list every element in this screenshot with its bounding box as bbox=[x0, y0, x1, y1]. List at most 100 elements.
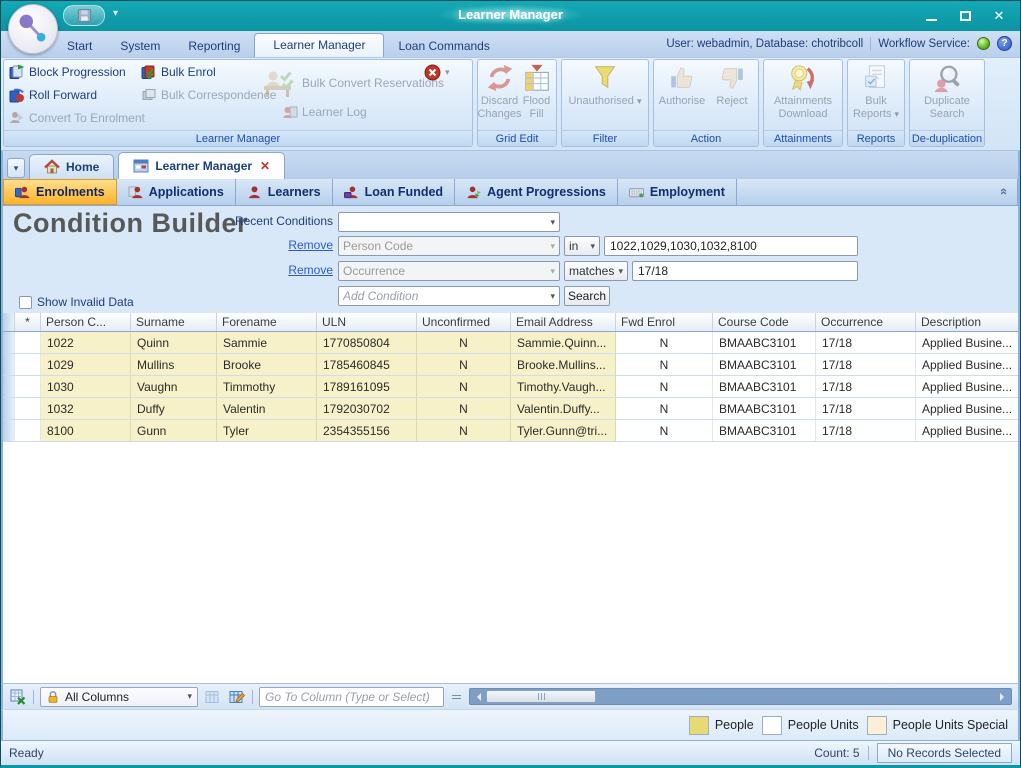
cell-fwd-enrol[interactable]: N bbox=[616, 354, 713, 375]
go-to-column-combo[interactable] bbox=[259, 687, 444, 707]
cell-person-code[interactable]: 8100 bbox=[41, 420, 131, 441]
row-indicator[interactable] bbox=[3, 332, 15, 353]
cell-unconfirmed[interactable]: N bbox=[417, 354, 511, 375]
cell-occurrence[interactable]: 17/18 bbox=[816, 398, 916, 419]
cell-description[interactable]: Applied Busine... bbox=[916, 420, 1020, 441]
subtab-applications[interactable]: Applications bbox=[117, 179, 236, 205]
search-button[interactable]: Search bbox=[564, 286, 610, 306]
cell-surname[interactable]: Vaughn bbox=[131, 376, 217, 397]
remove-condition-link[interactable]: Remove bbox=[283, 238, 333, 252]
pane-splitter-handle[interactable] bbox=[450, 695, 463, 699]
cell-surname[interactable]: Quinn bbox=[131, 332, 217, 353]
column-layout-button[interactable] bbox=[204, 689, 222, 705]
cell-fwd-enrol[interactable]: N bbox=[616, 376, 713, 397]
minimize-button[interactable] bbox=[916, 5, 946, 27]
cell-star[interactable] bbox=[15, 332, 41, 353]
cell-uln[interactable]: 1770850804 bbox=[317, 332, 417, 353]
subtab-learners[interactable]: Learners bbox=[236, 179, 333, 205]
cell-surname[interactable]: Duffy bbox=[131, 398, 217, 419]
cell-person-code[interactable]: 1029 bbox=[41, 354, 131, 375]
cell-occurrence[interactable]: 17/18 bbox=[816, 420, 916, 441]
tab-list-dropdown-button[interactable]: ▾ bbox=[7, 158, 25, 178]
cell-unconfirmed[interactable]: N bbox=[417, 398, 511, 419]
row-indicator[interactable] bbox=[3, 376, 15, 397]
condition-value-input[interactable] bbox=[604, 236, 858, 256]
roll-forward-button[interactable]: Roll Forward bbox=[9, 87, 97, 103]
condition-operator-combo[interactable]: matches▾ bbox=[564, 261, 628, 281]
learner-log-button[interactable]: Learner Log bbox=[282, 104, 367, 120]
column-header-email-address[interactable]: Email Address bbox=[511, 313, 616, 331]
convert-to-enrolment-button[interactable]: Convert To Enrolment bbox=[9, 110, 145, 126]
bulk-enrol-button[interactable]: Bulk Enrol bbox=[141, 64, 216, 80]
cell-course-code[interactable]: BMAABC3101 bbox=[713, 420, 816, 441]
cell-uln[interactable]: 1789161095 bbox=[317, 376, 417, 397]
maximize-button[interactable] bbox=[950, 5, 980, 27]
cell-fwd-enrol[interactable]: N bbox=[616, 332, 713, 353]
subtab-loan-funded[interactable]: Loan Funded bbox=[333, 179, 455, 205]
block-progression-button[interactable]: Block Progression bbox=[9, 64, 126, 80]
bulk-convert-reservations-button[interactable]: Bulk Convert Reservations bbox=[262, 68, 444, 98]
ribbon-tab-start[interactable]: Start bbox=[53, 35, 106, 57]
row-indicator[interactable] bbox=[3, 398, 15, 419]
condition-field-combo[interactable]: Occurrence▾ bbox=[338, 261, 560, 281]
column-header-person-code[interactable]: Person C... bbox=[41, 313, 131, 331]
cell-unconfirmed[interactable]: N bbox=[417, 420, 511, 441]
scroll-left-button[interactable] bbox=[470, 689, 484, 704]
table-row[interactable]: 1032 Duffy Valentin 1792030702 N Valenti… bbox=[3, 398, 1018, 420]
ribbon-tab-reporting[interactable]: Reporting bbox=[174, 35, 254, 57]
scroll-right-button[interactable] bbox=[997, 689, 1011, 704]
clear-filter-button[interactable]: ▾ bbox=[424, 64, 450, 81]
export-to-excel-button[interactable] bbox=[9, 689, 27, 705]
cell-email-address[interactable]: Tyler.Gunn@tri... bbox=[511, 420, 616, 441]
column-header-star[interactable]: * bbox=[15, 313, 41, 331]
column-header-course-code[interactable]: Course Code bbox=[713, 313, 816, 331]
bulk-reports-button[interactable]: Bulk Reports ▾ bbox=[850, 60, 902, 130]
cell-uln[interactable]: 2354355156 bbox=[317, 420, 417, 441]
column-header-surname[interactable]: Surname bbox=[131, 313, 217, 331]
cell-forename[interactable]: Valentin bbox=[217, 398, 317, 419]
app-logo-icon[interactable] bbox=[8, 4, 58, 54]
column-header-unconfirmed[interactable]: Unconfirmed bbox=[417, 313, 511, 331]
columns-view-combo[interactable]: All Columns ▾ bbox=[40, 687, 198, 707]
cell-description[interactable]: Applied Busine... bbox=[916, 332, 1020, 353]
cell-course-code[interactable]: BMAABC3101 bbox=[713, 332, 816, 353]
add-condition-input[interactable] bbox=[343, 288, 533, 304]
cell-uln[interactable]: 1792030702 bbox=[317, 398, 417, 419]
subtab-enrolments[interactable]: Enrolments bbox=[3, 179, 117, 205]
cell-unconfirmed[interactable]: N bbox=[417, 376, 511, 397]
add-condition-combo[interactable]: ▾ bbox=[338, 286, 560, 306]
column-header-occurrence[interactable]: Occurrence bbox=[816, 313, 916, 331]
table-row[interactable]: 8100 Gunn Tyler 2354355156 N Tyler.Gunn@… bbox=[3, 420, 1018, 442]
table-row[interactable]: 1030 Vaughn Timmothy 1789161095 N Timoth… bbox=[3, 376, 1018, 398]
unauthorised-filter-button[interactable]: Unauthorised ▾ bbox=[564, 60, 646, 130]
subtab-agent-progressions[interactable]: Agent Progressions bbox=[455, 179, 618, 205]
cell-person-code[interactable]: 1030 bbox=[41, 376, 131, 397]
condition-operator-combo[interactable]: in▾ bbox=[564, 236, 600, 256]
cell-description[interactable]: Applied Busine... bbox=[916, 376, 1020, 397]
column-header-forename[interactable]: Forename bbox=[217, 313, 317, 331]
cell-email-address[interactable]: Brooke.Mullins... bbox=[511, 354, 616, 375]
cell-star[interactable] bbox=[15, 376, 41, 397]
cell-email-address[interactable]: Valentin.Duffy... bbox=[511, 398, 616, 419]
condition-field-combo[interactable]: Person Code▾ bbox=[338, 236, 560, 256]
cell-course-code[interactable]: BMAABC3101 bbox=[713, 398, 816, 419]
cell-person-code[interactable]: 1032 bbox=[41, 398, 131, 419]
cell-surname[interactable]: Mullins bbox=[131, 354, 217, 375]
column-header-fwd-enrol[interactable]: Fwd Enrol bbox=[616, 313, 713, 331]
flood-fill-button[interactable]: Flood Fill bbox=[519, 60, 554, 130]
cell-forename[interactable]: Timmothy bbox=[217, 376, 317, 397]
horizontal-scrollbar[interactable] bbox=[469, 688, 1012, 705]
row-indicator[interactable] bbox=[3, 420, 15, 441]
help-icon[interactable]: ? bbox=[997, 36, 1012, 51]
qat-dropdown-icon[interactable]: ▾ bbox=[113, 8, 118, 19]
table-row[interactable]: 1029 Mullins Brooke 1785460845 N Brooke.… bbox=[3, 354, 1018, 376]
cell-star[interactable] bbox=[15, 420, 41, 441]
row-indicator[interactable] bbox=[3, 354, 15, 375]
subtab-employment[interactable]: Employment bbox=[618, 179, 737, 205]
cell-uln[interactable]: 1785460845 bbox=[317, 354, 417, 375]
cell-course-code[interactable]: BMAABC3101 bbox=[713, 376, 816, 397]
doc-tab-home[interactable]: Home bbox=[29, 154, 114, 179]
ribbon-tab-loan-commands[interactable]: Loan Commands bbox=[384, 35, 503, 57]
cell-course-code[interactable]: BMAABC3101 bbox=[713, 354, 816, 375]
column-header-uln[interactable]: ULN bbox=[317, 313, 417, 331]
